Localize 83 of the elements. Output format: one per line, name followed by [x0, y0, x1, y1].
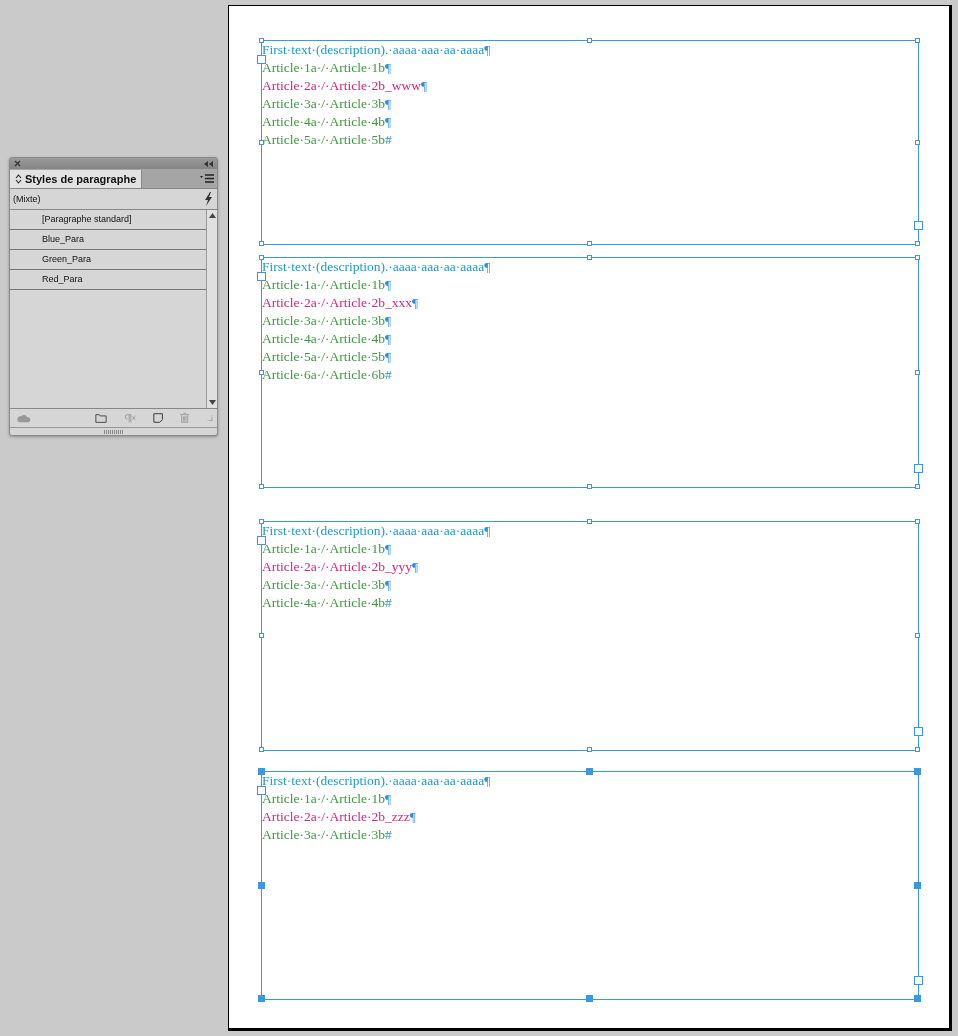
- close-icon[interactable]: [14, 160, 21, 167]
- selection-handle[interactable]: [915, 38, 920, 43]
- collapse-icon[interactable]: [204, 160, 213, 167]
- selection-handle[interactable]: [259, 38, 264, 43]
- text-line: Article·4a·/·Article·4b¶: [262, 113, 392, 131]
- text-line: Article·1a·/·Article·1b¶: [262, 540, 392, 558]
- text-line: Article·5a·/·Article·5b#: [262, 131, 392, 149]
- text-line: Article·2a·/·Article·2b_yyy¶: [262, 558, 419, 576]
- style-item[interactable]: [Paragraphe standard]: [10, 210, 206, 230]
- text-line: Article·3a·/·Article·3b¶: [262, 312, 392, 330]
- in-port-icon[interactable]: [257, 55, 266, 64]
- clear-overrides-icon[interactable]: [123, 412, 136, 424]
- text-line: Article·5a·/·Article·5b¶: [262, 348, 392, 366]
- selection-handle[interactable]: [914, 881, 921, 889]
- text-line: Article·2a·/·Article·2b_zzz¶: [262, 808, 416, 826]
- selection-handle[interactable]: [915, 255, 920, 260]
- selection-handle[interactable]: [587, 747, 592, 752]
- text-line: Article·4a·/·Article·4b#: [262, 594, 392, 612]
- lightning-icon[interactable]: [204, 192, 213, 206]
- selection-handle[interactable]: [587, 255, 592, 260]
- selection-handle[interactable]: [587, 519, 592, 524]
- selection-handle[interactable]: [259, 484, 264, 489]
- sort-icon: [15, 174, 22, 184]
- selection-handle[interactable]: [914, 768, 921, 775]
- current-style-label: (Mixte): [13, 194, 41, 204]
- text-line: First·text·(description).·aaaa·aaa·aa·aaaa¶: [262, 772, 491, 790]
- selection-handle[interactable]: [259, 255, 264, 260]
- selection-handle[interactable]: [259, 519, 264, 524]
- trash-icon[interactable]: [179, 412, 190, 424]
- in-port-icon[interactable]: [257, 536, 266, 545]
- folder-icon[interactable]: [94, 412, 107, 424]
- style-item[interactable]: Red_Para: [10, 270, 206, 290]
- text-line: First·text·(description).·aaaa·aaa·aa·aaaa¶: [262, 41, 491, 59]
- text-line: Article·3a·/·Article·3b¶: [262, 95, 392, 113]
- selection-handle[interactable]: [259, 633, 264, 638]
- in-port-icon[interactable]: [257, 272, 266, 281]
- selection-handle[interactable]: [915, 747, 920, 752]
- selection-handle[interactable]: [915, 369, 920, 375]
- text-line: First·text·(description).·aaaa·aaa·aa·aaaa¶: [262, 258, 491, 276]
- text-line: Article·1a·/·Article·1b¶: [262, 59, 392, 77]
- selection-handle[interactable]: [259, 747, 264, 752]
- selection-handle[interactable]: [915, 484, 920, 489]
- text-line: Article·2a·/·Article·2b_xxx¶: [262, 294, 419, 312]
- out-port-icon[interactable]: [914, 727, 923, 736]
- selection-handle[interactable]: [915, 241, 920, 246]
- style-item[interactable]: Blue_Para: [10, 230, 206, 250]
- scroll-up-icon[interactable]: [208, 213, 216, 218]
- scrollbar[interactable]: [206, 210, 217, 408]
- text-line: Article·4a·/·Article·4b¶: [262, 330, 392, 348]
- text-line: Article·2a·/·Article·2b_www¶: [262, 77, 428, 95]
- out-port-icon[interactable]: [914, 464, 923, 473]
- selection-handle[interactable]: [258, 768, 265, 775]
- out-port-icon[interactable]: [914, 976, 923, 985]
- selection-handle[interactable]: [258, 995, 265, 1002]
- text-line: First·text·(description).·aaaa·aaa·aa·aaaa¶: [262, 522, 491, 540]
- in-port-icon[interactable]: [257, 786, 266, 795]
- selection-handle[interactable]: [586, 995, 593, 1002]
- cloud-icon[interactable]: [17, 412, 31, 424]
- panel-tab[interactable]: Styles de paragraphe: [10, 170, 143, 188]
- out-port-icon[interactable]: [914, 221, 923, 230]
- text-line: Article·3a·/·Article·3b#: [262, 826, 392, 844]
- selection-handle[interactable]: [915, 519, 920, 524]
- selection-handle[interactable]: [587, 241, 592, 246]
- text-line: Article·6a·/·Article·6b#: [262, 366, 392, 384]
- drag-handle-icon[interactable]: [103, 429, 124, 434]
- selection-handle[interactable]: [914, 995, 921, 1002]
- selection-handle[interactable]: [915, 139, 920, 145]
- style-item[interactable]: Green_Para: [10, 250, 206, 270]
- selection-handle[interactable]: [258, 881, 265, 889]
- resize-grip-icon[interactable]: [206, 414, 213, 422]
- selection-handle[interactable]: [915, 633, 920, 638]
- new-style-icon[interactable]: [152, 412, 163, 424]
- selection-handle[interactable]: [587, 38, 592, 43]
- selection-handle[interactable]: [586, 768, 593, 775]
- selection-handle[interactable]: [259, 139, 264, 145]
- text-line: Article·1a·/·Article·1b¶: [262, 276, 392, 294]
- selection-handle[interactable]: [587, 484, 592, 489]
- selection-handle[interactable]: [259, 369, 264, 375]
- scroll-down-icon[interactable]: [208, 400, 216, 405]
- text-line: Article·3a·/·Article·3b¶: [262, 576, 392, 594]
- selection-handle[interactable]: [259, 241, 264, 246]
- menu-icon[interactable]: [200, 174, 217, 183]
- text-line: Article·1a·/·Article·1b¶: [262, 790, 392, 808]
